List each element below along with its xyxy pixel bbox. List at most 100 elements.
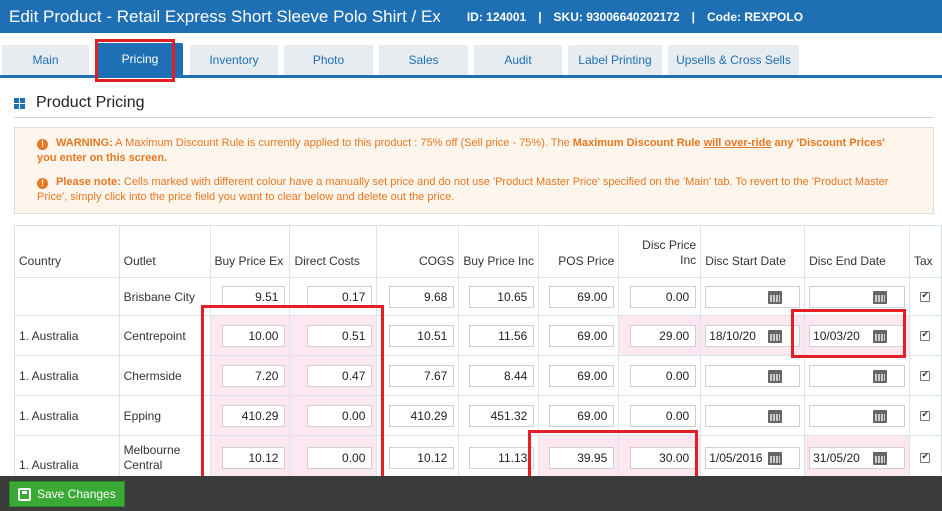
disc-start-date-input[interactable]: 18/10/20 xyxy=(705,324,801,347)
pos-price-input[interactable]: 69.00 xyxy=(549,285,615,308)
outlet-line1: Melbourne xyxy=(123,443,181,457)
direct-costs-input[interactable]: 0.00 xyxy=(307,447,373,469)
buy-price-ex-input[interactable]: 7.20 xyxy=(222,364,286,387)
disc-start-date-input[interactable] xyxy=(705,404,801,427)
disc-end-date-input[interactable]: 10/03/20 xyxy=(809,324,905,347)
tax-checkbox[interactable] xyxy=(920,369,931,381)
tab-upsells-cross-sells[interactable]: Upsells & Cross Sells xyxy=(668,45,799,75)
buy-price-inc-input[interactable]: 451.32 xyxy=(469,404,535,427)
outlet-cell: Chermside xyxy=(118,355,211,396)
col-disc-price-line2: Inc xyxy=(680,253,697,267)
calendar-icon[interactable] xyxy=(872,329,887,343)
buy-price-inc-input[interactable]: 10.65 xyxy=(469,285,535,308)
buy-price-ex-input[interactable]: 9.51 xyxy=(222,285,286,308)
col-disc-start-date: Disc Start Date xyxy=(700,225,806,278)
disc-price-input[interactable]: 30.00 xyxy=(630,447,697,469)
page-title: Edit Product - Retail Express Short Slee… xyxy=(9,6,441,26)
disc-end-date-input[interactable] xyxy=(809,364,905,387)
direct-costs-input[interactable]: 0.47 xyxy=(307,364,373,387)
tax-checkbox[interactable] xyxy=(920,329,931,341)
date-text: 31/05/20 xyxy=(813,451,860,465)
tax-checkbox[interactable] xyxy=(920,409,931,421)
tab-pricing[interactable]: Pricing xyxy=(97,43,183,75)
table-row: 1. Australia Epping 410.29 0.00 410.29 4… xyxy=(14,395,942,436)
alert-icon: ! xyxy=(37,178,48,189)
warning-message: ! WARNING: A Maximum Discount Rule is cur… xyxy=(37,136,921,166)
warning-tail: you enter on this screen. xyxy=(37,152,168,164)
disc-start-date-input[interactable]: 1/05/2016 xyxy=(705,447,801,469)
buy-price-ex-input[interactable]: 10.12 xyxy=(222,447,286,469)
disc-price-input[interactable]: 0.00 xyxy=(630,404,697,427)
outlet-cell: Epping xyxy=(118,395,211,436)
note-text: Cells marked with different colour have … xyxy=(37,176,889,203)
note-label: Please note: xyxy=(56,176,121,188)
col-outlet: Outlet xyxy=(118,225,211,278)
col-disc-price-inc: Disc Price Inc xyxy=(618,225,702,278)
direct-costs-input[interactable]: 0.17 xyxy=(307,285,373,308)
separator: | xyxy=(691,9,696,24)
calendar-icon[interactable] xyxy=(872,409,887,423)
country-cell: 1. Australia xyxy=(14,355,120,396)
disc-end-date-input[interactable] xyxy=(809,404,905,427)
pos-price-input[interactable]: 69.00 xyxy=(549,364,615,387)
buy-price-inc-input[interactable]: 8.44 xyxy=(469,364,535,387)
tab-photo[interactable]: Photo xyxy=(284,45,373,75)
outlet-cell: Brisbane City xyxy=(118,277,211,316)
direct-costs-input[interactable]: 0.00 xyxy=(307,404,373,427)
tab-label-printing[interactable]: Label Printing xyxy=(568,45,662,75)
section-heading: Product Pricing xyxy=(14,94,145,112)
pos-price-input[interactable]: 69.00 xyxy=(549,404,615,427)
calendar-icon[interactable] xyxy=(768,452,783,465)
disc-price-input[interactable]: 29.00 xyxy=(630,324,697,347)
table-header-row: Country Outlet Buy Price Ex Direct Costs… xyxy=(14,225,942,278)
section-title: Product Pricing xyxy=(36,94,145,111)
disc-start-date-input[interactable] xyxy=(705,364,801,387)
table-row: 1. Australia Melbourne Central 10.12 0.00… xyxy=(14,435,942,481)
table-row: 1. Australia Chermside 7.20 0.47 7.67 8.… xyxy=(14,355,942,396)
cogs-field: 10.12 xyxy=(389,447,455,469)
direct-costs-input[interactable]: 0.51 xyxy=(307,324,373,347)
pos-price-input[interactable]: 39.95 xyxy=(549,447,615,469)
tab-bar: Main Pricing Inventory Photo Sales Audit… xyxy=(0,33,942,78)
save-changes-button[interactable]: Save Changes xyxy=(9,481,125,507)
footer-bar: Save Changes xyxy=(0,476,942,511)
country-cell xyxy=(14,277,120,316)
calendar-icon[interactable] xyxy=(872,369,887,383)
warning-rule-name: Maximum Discount Rule xyxy=(572,137,701,149)
disc-price-input[interactable]: 0.00 xyxy=(630,364,697,387)
product-id: ID: 124001 xyxy=(466,9,527,24)
tax-checkbox[interactable] xyxy=(920,451,931,463)
pricing-table: Country Outlet Buy Price Ex Direct Costs… xyxy=(14,225,942,481)
disc-end-date-input[interactable]: 31/05/20 xyxy=(809,447,905,469)
col-country: Country xyxy=(14,225,120,278)
cogs-field: 9.68 xyxy=(389,285,455,308)
calendar-icon[interactable] xyxy=(768,329,783,343)
tab-sales[interactable]: Sales xyxy=(379,45,468,75)
tab-inventory[interactable]: Inventory xyxy=(190,45,278,75)
tab-audit[interactable]: Audit xyxy=(474,45,562,75)
date-text: 18/10/20 xyxy=(709,328,756,343)
calendar-icon[interactable] xyxy=(872,452,887,465)
buy-price-ex-input[interactable]: 10.00 xyxy=(222,324,286,347)
disc-price-input[interactable]: 0.00 xyxy=(630,285,697,308)
alert-icon: ! xyxy=(37,139,48,150)
calendar-icon[interactable] xyxy=(872,290,887,304)
disc-end-date-input[interactable] xyxy=(809,285,905,308)
buy-price-ex-input[interactable]: 410.29 xyxy=(222,404,286,427)
buy-price-inc-input[interactable]: 11.56 xyxy=(469,324,535,347)
calendar-icon[interactable] xyxy=(768,369,783,383)
pos-price-input[interactable]: 69.00 xyxy=(549,324,615,347)
tab-main[interactable]: Main xyxy=(2,45,89,75)
buy-price-inc-input[interactable]: 11.13 xyxy=(469,447,535,469)
col-direct-costs: Direct Costs xyxy=(289,225,378,278)
grid-icon xyxy=(14,97,25,109)
separator: | xyxy=(538,9,542,24)
warning-label: WARNING: xyxy=(56,137,113,149)
calendar-icon[interactable] xyxy=(768,290,783,304)
tax-checkbox[interactable] xyxy=(920,290,931,302)
disc-start-date-input[interactable] xyxy=(705,285,801,308)
date-text: 10/03/20 xyxy=(813,328,860,343)
calendar-icon[interactable] xyxy=(768,409,783,423)
col-pos-price: POS Price xyxy=(538,225,620,278)
col-disc-end-date: Disc End Date xyxy=(804,225,910,278)
